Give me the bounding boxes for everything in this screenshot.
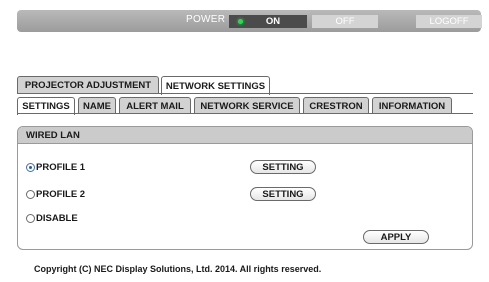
tab-network-service[interactable]: NETWORK SERVICE (194, 97, 300, 114)
tab-information[interactable]: INFORMATION (372, 97, 452, 114)
sub-tab-divider (17, 113, 473, 114)
power-label: POWER (186, 14, 226, 25)
copyright-text: Copyright (C) NEC Display Solutions, Ltd… (34, 264, 322, 274)
power-on-label: ON (265, 16, 281, 27)
main-tab-divider (17, 93, 473, 94)
apply-button[interactable]: APPLY (363, 230, 429, 244)
power-bar: POWER ON OFF LOGOFF (17, 10, 482, 32)
tab-crestron[interactable]: CRESTRON (303, 97, 369, 114)
panel-header: WIRED LAN (18, 127, 472, 144)
profile2-option[interactable]: PROFILE 2 (26, 189, 85, 200)
power-off-button[interactable]: OFF (312, 15, 378, 28)
disable-label: DISABLE (36, 213, 78, 224)
power-led-icon (238, 19, 243, 24)
tab-name[interactable]: NAME (78, 97, 116, 114)
profile1-option[interactable]: PROFILE 1 (26, 162, 85, 173)
profile1-label: PROFILE 1 (36, 162, 86, 173)
logoff-button[interactable]: LOGOFF (416, 15, 482, 28)
wired-lan-panel: WIRED LAN PROFILE 1 SETTING PROFILE 2 SE… (17, 126, 473, 250)
profile2-setting-button[interactable]: SETTING (250, 187, 316, 201)
power-on-button[interactable]: ON (229, 15, 307, 28)
tab-alert-mail[interactable]: ALERT MAIL (119, 97, 191, 114)
profile1-setting-button[interactable]: SETTING (250, 160, 316, 174)
disable-option[interactable]: DISABLE (26, 213, 78, 224)
radio-selected-icon[interactable] (26, 163, 35, 172)
profile2-label: PROFILE 2 (36, 189, 86, 200)
radio-unselected-icon[interactable] (26, 214, 35, 223)
tab-projector-adjustment[interactable]: PROJECTOR ADJUSTMENT (17, 76, 159, 94)
radio-unselected-icon[interactable] (26, 190, 35, 199)
